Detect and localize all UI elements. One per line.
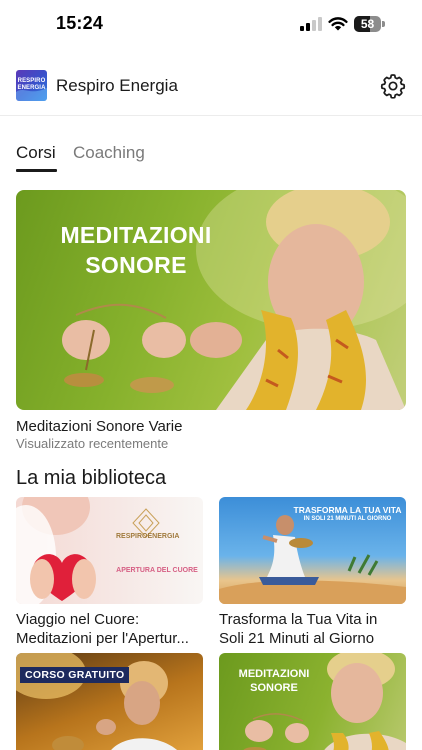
- tab-active-indicator: [16, 169, 57, 172]
- brand-logo: RESPIRO ENERGIA: [16, 70, 47, 101]
- course-card-title[interactable]: Trasforma la Tua Vita in Soli 21 Minuti …: [219, 610, 409, 648]
- course-card-image[interactable]: CORSO GRATUITO: [16, 653, 203, 750]
- card-image-title: MEDITAZIONI SONORE: [238, 668, 310, 694]
- battery-percentage: 58: [360, 17, 375, 31]
- course-card-title-line: Viaggio nel Cuore:: [16, 611, 140, 628]
- featured-image-title: MEDITAZIONI SONORE: [60, 222, 212, 278]
- course-card-title-line: Meditazioni per l'Apertur...: [16, 630, 189, 647]
- status-bar: 15:24 58: [0, 0, 422, 50]
- card-image-subtitle: IN SOLI 21 MINUTI AL GIORNO: [303, 516, 392, 522]
- status-time: 15:24: [56, 13, 104, 33]
- course-card-title-line: Trasforma la Tua Vita in: [219, 611, 378, 628]
- cellular-signal-icon: [300, 17, 322, 31]
- course-card-title[interactable]: Viaggio nel Cuore: Meditazioni per l'Ape…: [16, 610, 206, 648]
- featured-course-subtitle: Visualizzato recentemente: [16, 436, 169, 451]
- wifi-icon: [328, 17, 348, 31]
- course-card-image[interactable]: RESPIROENERGIA APERTURA DEL CUORE: [16, 497, 203, 604]
- card-logo-text: RESPIROENERGIA: [116, 533, 180, 540]
- featured-course-title[interactable]: Meditazioni Sonore Varie: [16, 418, 182, 435]
- battery-icon: 58: [354, 16, 385, 32]
- card-image-text: APERTURA DEL CUORE: [116, 567, 198, 574]
- app-title: Respiro Energia: [56, 76, 178, 95]
- tab-coaching[interactable]: Coaching: [73, 143, 145, 173]
- brand-logo-text: RESPIRO ENERGIA: [17, 78, 46, 91]
- settings-button[interactable]: [380, 73, 406, 99]
- library-section-title: La mia biblioteca: [16, 467, 167, 489]
- free-course-badge: CORSO GRATUITO: [20, 667, 130, 683]
- heart-photo: [16, 497, 160, 604]
- card-image-title: TRASFORMA LA TUA VITA: [293, 505, 402, 515]
- course-card-image[interactable]: TRASFORMA LA TUA VITA IN SOLI 21 MINUTI …: [219, 497, 406, 604]
- app-header: RESPIRO ENERGIA Respiro Energia: [0, 58, 422, 116]
- course-card-image[interactable]: MEDITAZIONI SONORE: [219, 653, 406, 750]
- course-card-title-line: Soli 21 Minuti al Giorno: [219, 630, 375, 647]
- featured-course-image[interactable]: MEDITAZIONI SONORE: [16, 190, 406, 410]
- gear-icon: [380, 74, 406, 99]
